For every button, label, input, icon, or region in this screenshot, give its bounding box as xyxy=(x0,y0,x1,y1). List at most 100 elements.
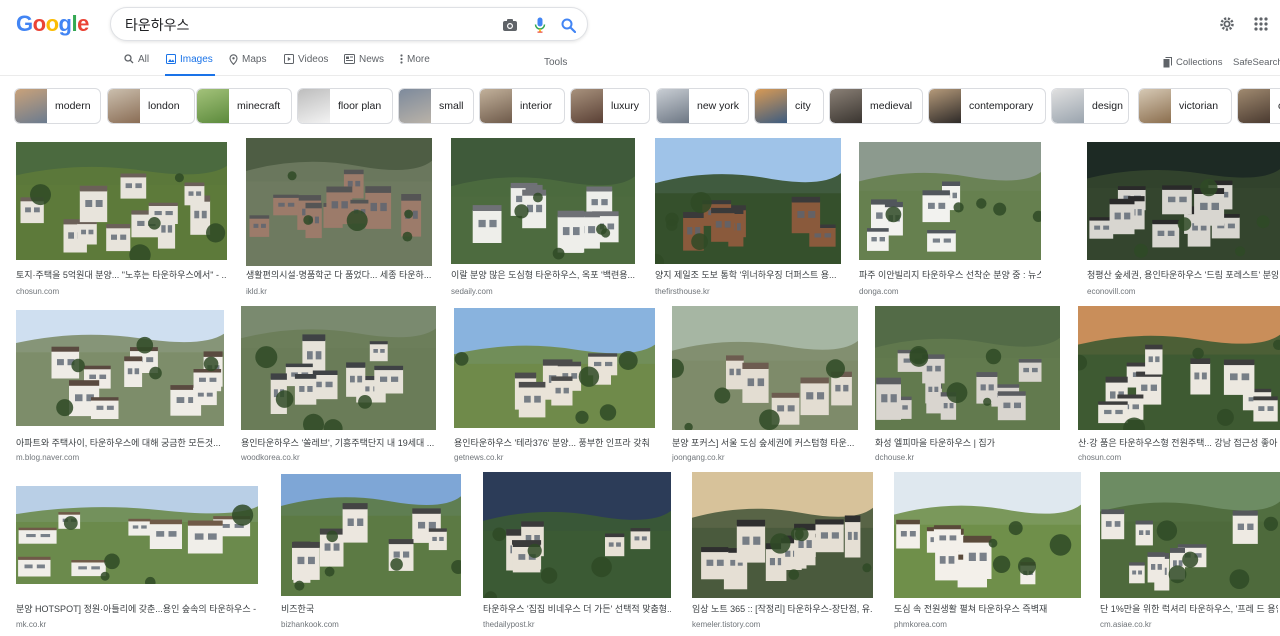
result-thumbnail[interactable] xyxy=(451,138,635,264)
result-source[interactable]: thedailypost.kr xyxy=(483,620,671,629)
result-source[interactable]: chosun.com xyxy=(1078,453,1278,462)
result-caption[interactable]: 청평산 숲세권, 용인타운하우스 '드림 포레스트' 분양 ... xyxy=(1087,268,1278,281)
result-source[interactable]: bizhankook.com xyxy=(281,620,461,629)
tab-all-label: All xyxy=(138,54,150,65)
apps-grid-icon[interactable] xyxy=(1249,12,1273,36)
result-source[interactable]: phmkorea.com xyxy=(894,620,1081,629)
result-thumbnail[interactable] xyxy=(16,486,258,584)
chip-floor-plan[interactable]: floor plan xyxy=(297,88,393,124)
result-caption[interactable]: 분양 HOTSPOT] 정원·아틀리에 갖춘...용인 숲속의 타운하우스 - … xyxy=(16,602,258,615)
result-source[interactable]: thefirsthouse.kr xyxy=(655,287,841,296)
chip-interior[interactable]: interior xyxy=(479,88,565,124)
chip-small[interactable]: small xyxy=(398,88,474,124)
result-caption[interactable]: 토지·주택을 5억원대 분양... "노후는 타운하우스에서" - ... xyxy=(16,268,227,281)
chip-london[interactable]: london xyxy=(107,88,195,124)
search-input[interactable] xyxy=(125,15,485,35)
result-caption[interactable]: 생활편의시설·명품학군 다 품었다... 세종 타운하... xyxy=(246,268,432,281)
chip-minecraft[interactable]: minecraft xyxy=(196,88,292,124)
result-thumbnail[interactable] xyxy=(241,306,436,430)
result-thumbnail[interactable] xyxy=(16,310,224,426)
chip-label: luxury xyxy=(611,100,640,112)
result-caption[interactable]: 양지 제일조 도보 통학 '위너하우징 더퍼스트 용... xyxy=(655,268,841,281)
chip-city[interactable]: city xyxy=(754,88,824,124)
chip-medieval[interactable]: medieval xyxy=(829,88,923,124)
result-source[interactable]: cm.asiae.co.kr xyxy=(1100,620,1278,629)
chip-contemporary[interactable]: contemporary xyxy=(928,88,1046,124)
search-box xyxy=(110,7,588,41)
tab-videos[interactable]: Videos xyxy=(284,54,328,76)
microphone-icon[interactable] xyxy=(529,14,551,36)
tab-more[interactable]: More xyxy=(400,54,430,76)
result-thumbnail[interactable] xyxy=(692,472,873,598)
result-caption[interactable]: 이랄 분양 많은 도심형 타운하우스, 옥포 '백련용... xyxy=(451,268,635,281)
chip-new-york[interactable]: new york xyxy=(656,88,749,124)
result-caption[interactable]: 파주 이안빌리지 타운하우스 선착순 분양 중 : 뉴스 : 동... xyxy=(859,268,1041,281)
chip-label: c xyxy=(1270,100,1280,112)
result-thumbnail[interactable] xyxy=(1100,472,1280,598)
result-thumbnail[interactable] xyxy=(672,306,858,430)
chip-modern[interactable]: modern xyxy=(14,88,101,124)
result-source[interactable]: mk.co.kr xyxy=(16,620,258,629)
result-source[interactable]: getnews.co.kr xyxy=(454,453,655,462)
result-thumbnail[interactable] xyxy=(454,308,655,428)
result-caption[interactable]: 용인타운하우스 '테라376' 분양... 풍부한 인프라 갖춰 xyxy=(454,436,655,449)
tab-images[interactable]: Images xyxy=(165,54,215,76)
chip-label: small xyxy=(439,100,464,112)
result-caption[interactable]: 도심 속 전원생활 펼쳐 타운하우스 즉벽재 xyxy=(894,602,1081,615)
chip-label: london xyxy=(148,100,180,112)
result-caption[interactable]: 단 1%만을 위한 럭셔리 타운하우스, '프레 드 용인 ... xyxy=(1100,602,1278,615)
result-source[interactable]: sedaily.com xyxy=(451,287,635,296)
video-icon xyxy=(284,54,294,64)
collections-button[interactable]: Collections xyxy=(1163,57,1222,68)
result-caption[interactable]: 분양 포커스] 서울 도심 숲세권에 커스텀형 타운... xyxy=(672,436,858,449)
tab-news[interactable]: News xyxy=(344,54,384,76)
chip-label: modern xyxy=(55,100,91,112)
search-icon[interactable] xyxy=(557,14,579,36)
result-thumbnail[interactable] xyxy=(655,138,841,264)
chip-thumbnail xyxy=(657,89,689,123)
result-source[interactable]: woodkorea.co.kr xyxy=(241,453,436,462)
result-caption[interactable]: 화성 엘피마을 타운하우스 | 집가 xyxy=(875,436,1060,449)
result-thumbnail[interactable] xyxy=(1087,142,1280,260)
gear-icon[interactable] xyxy=(1215,12,1239,36)
tab-maps-label: Maps xyxy=(242,54,267,65)
result-source[interactable]: econovill.com xyxy=(1087,287,1278,296)
result-thumbnail[interactable] xyxy=(483,472,671,598)
chip-victorian[interactable]: victorian xyxy=(1138,88,1232,124)
camera-icon[interactable] xyxy=(499,14,521,36)
result-caption[interactable]: 비즈한국 xyxy=(281,602,461,615)
result-source[interactable]: joongang.co.kr xyxy=(672,453,858,462)
chip-c[interactable]: c xyxy=(1237,88,1280,124)
result-thumbnail[interactable] xyxy=(859,142,1041,260)
result-source[interactable]: dchouse.kr xyxy=(875,453,1060,462)
result-source[interactable]: donga.com xyxy=(859,287,1041,296)
result-source[interactable]: ikld.kr xyxy=(246,287,432,296)
result-thumbnail[interactable] xyxy=(281,474,461,596)
map-pin-icon xyxy=(229,54,238,65)
result-caption[interactable]: 용인타운하우스 '쏠레브', 기흥주택단지 내 19세대 ... xyxy=(241,436,436,449)
result-thumbnail[interactable] xyxy=(894,472,1081,598)
result-caption[interactable]: 타운하우스 '집집 비네우스 더 가든' 선택적 맞춤형... xyxy=(483,602,671,615)
tools-button[interactable]: Tools xyxy=(544,57,567,68)
tab-videos-label: Videos xyxy=(298,54,329,65)
chip-label: design xyxy=(1092,100,1123,112)
safesearch-button[interactable]: SafeSearch xyxy=(1233,57,1280,68)
result-thumbnail[interactable] xyxy=(875,306,1060,430)
result-source[interactable]: kemeler.tistory.com xyxy=(692,620,873,629)
result-caption[interactable]: 아파트와 주택사이, 타운하우스에 대해 궁금한 모든것... xyxy=(16,436,224,449)
result-thumbnail[interactable] xyxy=(246,138,432,266)
chip-thumbnail xyxy=(755,89,787,123)
result-caption[interactable]: 산·강 품은 타운하우스형 전원주택... 강남 접근성 좋아 ... xyxy=(1078,436,1278,449)
result-caption[interactable]: 임상 노트 365 :: [작정리] 타운하우스-장단점, 유... xyxy=(692,602,873,615)
tab-maps[interactable]: Maps xyxy=(229,54,266,76)
google-logo[interactable]: Google xyxy=(16,11,89,37)
tab-all[interactable]: All xyxy=(124,54,149,76)
result-thumbnail[interactable] xyxy=(16,142,227,260)
result-thumbnail[interactable] xyxy=(1078,306,1280,430)
more-vert-icon xyxy=(400,54,403,64)
chip-design[interactable]: design xyxy=(1051,88,1129,124)
chip-luxury[interactable]: luxury xyxy=(570,88,650,124)
result-source[interactable]: chosun.com xyxy=(16,287,227,296)
result-source[interactable]: m.blog.naver.com xyxy=(16,453,224,462)
chip-label: city xyxy=(795,100,811,112)
